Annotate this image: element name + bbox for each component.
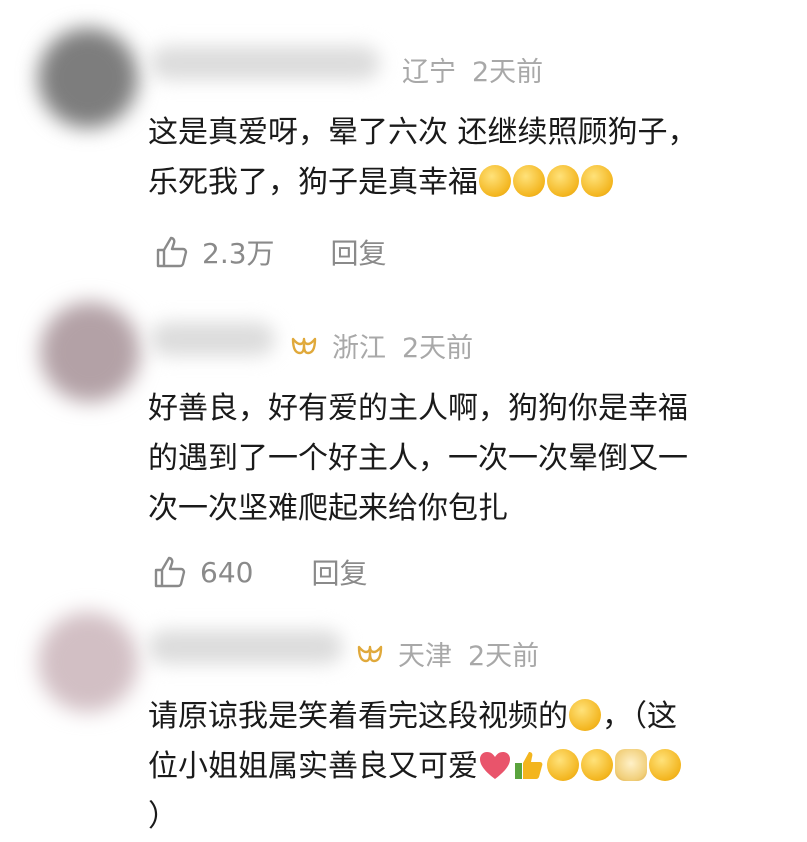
vip-badge-icon — [291, 337, 317, 354]
username-blurred[interactable] — [150, 322, 275, 356]
reply-button[interactable]: 回复 — [331, 232, 387, 272]
laugh-cry-emoji — [513, 165, 545, 197]
region-label: 浙江 — [332, 333, 386, 364]
comment-meta: 浙江 2天前 — [290, 326, 489, 365]
laugh-cry-emoji — [581, 165, 613, 197]
comment-text: 好善良，好有爱的主人啊，狗狗你是幸福 的遇到了一个好主人，一次一次晕倒又一 次一… — [148, 391, 688, 526]
comment-meta: 天津 2天前 — [356, 634, 555, 673]
comment-line: ） — [148, 799, 178, 834]
like-count: 2.3万 — [202, 237, 275, 270]
heart-emoji — [480, 752, 510, 779]
thumbs-up-icon[interactable] — [152, 554, 188, 590]
comment-line: 位小姐姐属实善良又可爱 — [148, 742, 768, 792]
username-blurred[interactable] — [150, 46, 380, 80]
laugh-cry-emoji — [569, 699, 601, 731]
avatar[interactable] — [38, 612, 138, 712]
doge-emoji — [615, 749, 647, 781]
comment-actions: 2.3万 回复 — [154, 232, 387, 272]
cheer-emoji — [547, 749, 579, 781]
thumbs-up-icon[interactable] — [154, 234, 190, 270]
comment-line: 请原谅我是笑着看完这段视频的 ，（这 — [148, 699, 677, 734]
timestamp: 2天前 — [402, 333, 474, 364]
like-count: 640 — [200, 555, 254, 589]
thumbs-up-emoji — [515, 752, 543, 779]
laugh-cry-emoji — [649, 749, 681, 781]
laugh-cry-emoji — [547, 165, 579, 197]
laugh-cry-emoji — [479, 165, 511, 197]
timestamp: 2天前 — [468, 641, 540, 672]
region-label: 天津 — [398, 641, 452, 672]
comment-actions: 640 回复 — [152, 552, 367, 592]
comment-meta: 辽宁 2天前 — [402, 50, 559, 89]
timestamp: 2天前 — [472, 57, 544, 88]
avatar[interactable] — [38, 28, 138, 128]
region-label: 辽宁 — [402, 57, 456, 88]
avatar[interactable] — [40, 302, 140, 402]
comment-text: 这是真爱呀，晕了六次 还继续照顾狗子， 乐死我了，狗子是真幸福 — [148, 115, 698, 200]
username-blurred[interactable] — [148, 630, 343, 664]
reply-button[interactable]: 回复 — [311, 552, 367, 592]
comment-text: 请原谅我是笑着看完这段视频的 ，（这 位小姐姐属实善良又可爱 ） — [148, 692, 768, 842]
vip-badge-icon — [357, 645, 383, 662]
grin-emoji — [581, 749, 613, 781]
